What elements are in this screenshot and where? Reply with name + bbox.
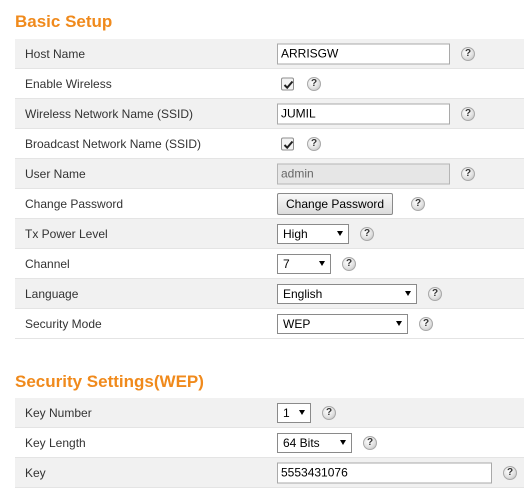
security-mode-label: Security Mode — [25, 317, 102, 331]
change-password-button[interactable]: Change Password — [277, 192, 394, 215]
key-number-value: 1 — [283, 405, 290, 420]
language-label: Language — [25, 287, 79, 301]
security-settings-title: Security Settings(WEP) — [15, 372, 204, 391]
broadcast-ssid-label: Broadcast Network Name (SSID) — [25, 137, 202, 151]
enable-wireless-label: Enable Wireless — [25, 77, 112, 91]
key-input[interactable] — [277, 462, 492, 483]
key-length-row: Key Length 64 Bits ? — [15, 428, 524, 458]
host-name-input[interactable] — [277, 43, 450, 64]
ssid-input[interactable] — [277, 103, 450, 124]
ssid-row: Wireless Network Name (SSID) ? — [15, 99, 524, 129]
key-number-label: Key Number — [25, 406, 92, 420]
host-name-label: Host Name — [25, 47, 86, 61]
help-icon[interactable]: ? — [419, 316, 433, 331]
key-length-value: 64 Bits — [283, 435, 320, 450]
user-name-row: User Name ? — [15, 159, 524, 189]
tx-power-label: Tx Power Level — [25, 227, 108, 241]
key-number-select[interactable]: 1 — [277, 402, 311, 423]
help-icon[interactable]: ? — [503, 465, 517, 480]
chevron-down-icon — [396, 320, 402, 326]
channel-select[interactable]: 7 — [277, 253, 331, 274]
security-mode-select[interactable]: WEP — [277, 313, 408, 334]
tx-power-select[interactable]: High — [277, 223, 349, 244]
channel-value: 7 — [283, 256, 290, 271]
enable-wireless-row: Enable Wireless ? — [15, 69, 524, 99]
help-icon[interactable]: ? — [428, 286, 442, 301]
language-value: English — [283, 286, 323, 301]
host-name-row: Host Name ? — [15, 39, 524, 69]
help-icon[interactable]: ? — [411, 196, 425, 211]
help-icon[interactable]: ? — [322, 405, 336, 420]
basic-setup-title: Basic Setup — [15, 12, 113, 31]
chevron-down-icon — [340, 439, 346, 445]
security-mode-value: WEP — [283, 316, 311, 331]
chevron-down-icon — [319, 260, 325, 266]
ssid-label: Wireless Network Name (SSID) — [25, 107, 194, 121]
key-length-label: Key Length — [25, 436, 86, 450]
user-name-label: User Name — [25, 167, 86, 181]
enable-wireless-checkbox[interactable] — [281, 77, 294, 90]
channel-label: Channel — [25, 257, 70, 271]
chevron-down-icon — [299, 409, 305, 415]
channel-row: Channel 7 ? — [15, 249, 524, 279]
user-name-input — [277, 163, 450, 184]
language-row: Language English ? — [15, 279, 524, 309]
help-icon[interactable]: ? — [342, 256, 356, 271]
security-mode-row: Security Mode WEP ? — [15, 309, 524, 339]
broadcast-ssid-row: Broadcast Network Name (SSID) ? — [15, 129, 524, 159]
help-icon[interactable]: ? — [360, 226, 374, 241]
help-icon[interactable]: ? — [461, 106, 475, 121]
tx-power-value: High — [283, 226, 308, 241]
help-icon[interactable]: ? — [307, 76, 321, 91]
help-icon[interactable]: ? — [363, 435, 377, 450]
check-icon — [283, 80, 294, 89]
chevron-down-icon — [405, 290, 411, 296]
key-label: Key — [25, 466, 46, 480]
key-number-row: Key Number 1 ? — [15, 398, 524, 428]
change-password-row: Change Password Change Password ? — [15, 189, 524, 219]
help-icon[interactable]: ? — [307, 136, 321, 151]
language-select[interactable]: English — [277, 283, 417, 304]
key-row: Key ? — [15, 458, 524, 488]
chevron-down-icon — [337, 230, 343, 236]
key-length-select[interactable]: 64 Bits — [277, 432, 352, 453]
help-icon[interactable]: ? — [461, 46, 475, 61]
help-icon[interactable]: ? — [461, 166, 475, 181]
broadcast-ssid-checkbox[interactable] — [281, 137, 294, 150]
change-password-label: Change Password — [25, 197, 124, 211]
tx-power-row: Tx Power Level High ? — [15, 219, 524, 249]
check-icon — [283, 140, 294, 149]
